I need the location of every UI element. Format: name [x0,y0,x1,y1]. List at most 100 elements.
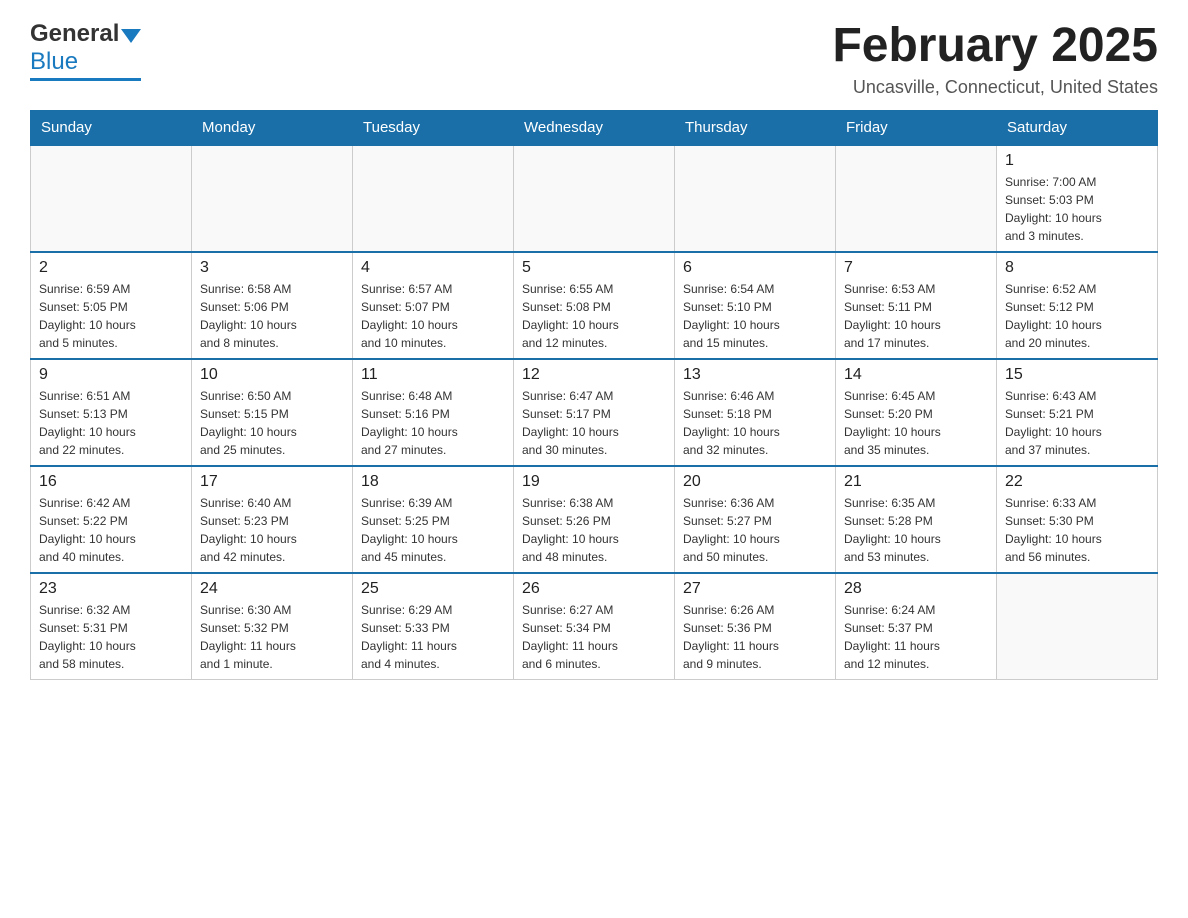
calendar-cell: 23 Sunrise: 6:32 AM Sunset: 5:31 PM Dayli… [31,573,192,680]
calendar-day-header: Friday [836,110,997,145]
day-info: Sunrise: 6:26 AM Sunset: 5:36 PM Dayligh… [683,601,827,673]
calendar-cell [997,573,1158,680]
calendar-cell: 10 Sunrise: 6:50 AM Sunset: 5:15 PM Dayli… [192,359,353,466]
calendar-week-row: 9Sunrise: 6:51 AM Sunset: 5:13 PM Daylig… [31,359,1158,466]
day-info: Sunrise: 6:50 AM Sunset: 5:15 PM Dayligh… [200,387,344,459]
day-number: 16 [39,473,183,491]
day-info: Sunrise: 6:38 AM Sunset: 5:26 PM Dayligh… [522,494,666,566]
day-info: Sunrise: 6:45 AM Sunset: 5:20 PM Dayligh… [844,387,988,459]
calendar-cell [514,145,675,252]
calendar-cell [353,145,514,252]
page-subtitle: Uncasville, Connecticut, United States [832,77,1158,98]
day-info: Sunrise: 6:52 AM Sunset: 5:12 PM Dayligh… [1005,280,1149,352]
calendar-cell: 19 Sunrise: 6:38 AM Sunset: 5:26 PM Dayli… [514,466,675,573]
calendar-cell: 21 Sunrise: 6:35 AM Sunset: 5:28 PM Dayli… [836,466,997,573]
day-info: Sunrise: 6:58 AM Sunset: 5:06 PM Dayligh… [200,280,344,352]
day-info: Sunrise: 6:51 AM Sunset: 5:13 PM Dayligh… [39,387,183,459]
calendar-cell: 5Sunrise: 6:55 AM Sunset: 5:08 PM Daylig… [514,252,675,359]
day-number: 1 [1005,152,1149,170]
day-info: Sunrise: 6:36 AM Sunset: 5:27 PM Dayligh… [683,494,827,566]
day-info: Sunrise: 6:46 AM Sunset: 5:18 PM Dayligh… [683,387,827,459]
day-number: 10 [200,366,344,384]
calendar-day-header: Saturday [997,110,1158,145]
calendar-cell: 12 Sunrise: 6:47 AM Sunset: 5:17 PM Dayli… [514,359,675,466]
day-number: 18 [361,473,505,491]
calendar-table: SundayMondayTuesdayWednesdayThursdayFrid… [30,110,1158,680]
calendar-week-row: 1 Sunrise: 7:00 AM Sunset: 5:03 PM Daylig… [31,145,1158,252]
logo: General Blue [30,20,141,81]
day-number: 11 [361,366,505,384]
day-info: Sunrise: 6:43 AM Sunset: 5:21 PM Dayligh… [1005,387,1149,459]
day-number: 19 [522,473,666,491]
day-info: Sunrise: 6:35 AM Sunset: 5:28 PM Dayligh… [844,494,988,566]
calendar-cell: 11 Sunrise: 6:48 AM Sunset: 5:16 PM Dayli… [353,359,514,466]
day-info: Sunrise: 6:32 AM Sunset: 5:31 PM Dayligh… [39,601,183,673]
day-info: Sunrise: 7:00 AM Sunset: 5:03 PM Dayligh… [1005,173,1149,245]
day-info: Sunrise: 6:24 AM Sunset: 5:37 PM Dayligh… [844,601,988,673]
day-number: 25 [361,580,505,598]
day-info: Sunrise: 6:29 AM Sunset: 5:33 PM Dayligh… [361,601,505,673]
day-number: 22 [1005,473,1149,491]
calendar-cell: 15Sunrise: 6:43 AM Sunset: 5:21 PM Dayli… [997,359,1158,466]
day-number: 28 [844,580,988,598]
calendar-cell: 3 Sunrise: 6:58 AM Sunset: 5:06 PM Daylig… [192,252,353,359]
calendar-cell: 9Sunrise: 6:51 AM Sunset: 5:13 PM Daylig… [31,359,192,466]
calendar-cell: 2 Sunrise: 6:59 AM Sunset: 5:05 PM Daylig… [31,252,192,359]
calendar-cell [31,145,192,252]
calendar-cell: 25 Sunrise: 6:29 AM Sunset: 5:33 PM Dayli… [353,573,514,680]
logo-arrow-icon [121,29,141,43]
calendar-day-header: Thursday [675,110,836,145]
calendar-cell: 22Sunrise: 6:33 AM Sunset: 5:30 PM Dayli… [997,466,1158,573]
day-number: 17 [200,473,344,491]
day-info: Sunrise: 6:39 AM Sunset: 5:25 PM Dayligh… [361,494,505,566]
day-info: Sunrise: 6:54 AM Sunset: 5:10 PM Dayligh… [683,280,827,352]
day-number: 6 [683,259,827,277]
day-number: 13 [683,366,827,384]
calendar-week-row: 2 Sunrise: 6:59 AM Sunset: 5:05 PM Daylig… [31,252,1158,359]
day-info: Sunrise: 6:59 AM Sunset: 5:05 PM Dayligh… [39,280,183,352]
day-info: Sunrise: 6:47 AM Sunset: 5:17 PM Dayligh… [522,387,666,459]
calendar-cell: 6 Sunrise: 6:54 AM Sunset: 5:10 PM Daylig… [675,252,836,359]
day-number: 12 [522,366,666,384]
calendar-day-header: Tuesday [353,110,514,145]
calendar-cell: 24Sunrise: 6:30 AM Sunset: 5:32 PM Dayli… [192,573,353,680]
calendar-day-header: Wednesday [514,110,675,145]
calendar-cell: 8 Sunrise: 6:52 AM Sunset: 5:12 PM Daylig… [997,252,1158,359]
day-number: 4 [361,259,505,277]
day-number: 20 [683,473,827,491]
calendar-cell: 13 Sunrise: 6:46 AM Sunset: 5:18 PM Dayli… [675,359,836,466]
calendar-cell: 16 Sunrise: 6:42 AM Sunset: 5:22 PM Dayli… [31,466,192,573]
calendar-cell [192,145,353,252]
calendar-cell: 20 Sunrise: 6:36 AM Sunset: 5:27 PM Dayli… [675,466,836,573]
day-number: 23 [39,580,183,598]
day-number: 7 [844,259,988,277]
page-title: February 2025 [832,20,1158,73]
calendar-cell: 28 Sunrise: 6:24 AM Sunset: 5:37 PM Dayli… [836,573,997,680]
day-number: 27 [683,580,827,598]
day-info: Sunrise: 6:55 AM Sunset: 5:08 PM Dayligh… [522,280,666,352]
calendar-cell: 7Sunrise: 6:53 AM Sunset: 5:11 PM Daylig… [836,252,997,359]
day-info: Sunrise: 6:57 AM Sunset: 5:07 PM Dayligh… [361,280,505,352]
day-number: 21 [844,473,988,491]
logo-underline [30,78,141,81]
calendar-day-header: Sunday [31,110,192,145]
calendar-cell: 4 Sunrise: 6:57 AM Sunset: 5:07 PM Daylig… [353,252,514,359]
day-info: Sunrise: 6:48 AM Sunset: 5:16 PM Dayligh… [361,387,505,459]
calendar-cell: 1 Sunrise: 7:00 AM Sunset: 5:03 PM Daylig… [997,145,1158,252]
day-number: 8 [1005,259,1149,277]
day-info: Sunrise: 6:42 AM Sunset: 5:22 PM Dayligh… [39,494,183,566]
calendar-cell: 18 Sunrise: 6:39 AM Sunset: 5:25 PM Dayli… [353,466,514,573]
calendar-cell: 27 Sunrise: 6:26 AM Sunset: 5:36 PM Dayli… [675,573,836,680]
day-number: 2 [39,259,183,277]
day-number: 3 [200,259,344,277]
logo-blue-text: Blue [30,48,78,76]
day-info: Sunrise: 6:40 AM Sunset: 5:23 PM Dayligh… [200,494,344,566]
logo-general-text: General [30,20,119,48]
calendar-week-row: 23 Sunrise: 6:32 AM Sunset: 5:31 PM Dayli… [31,573,1158,680]
calendar-header-row: SundayMondayTuesdayWednesdayThursdayFrid… [31,110,1158,145]
calendar-cell: 26Sunrise: 6:27 AM Sunset: 5:34 PM Dayli… [514,573,675,680]
day-number: 26 [522,580,666,598]
day-number: 14 [844,366,988,384]
calendar-cell: 17 Sunrise: 6:40 AM Sunset: 5:23 PM Dayli… [192,466,353,573]
page-header: General Blue February 2025 Uncasville, C… [30,20,1158,98]
